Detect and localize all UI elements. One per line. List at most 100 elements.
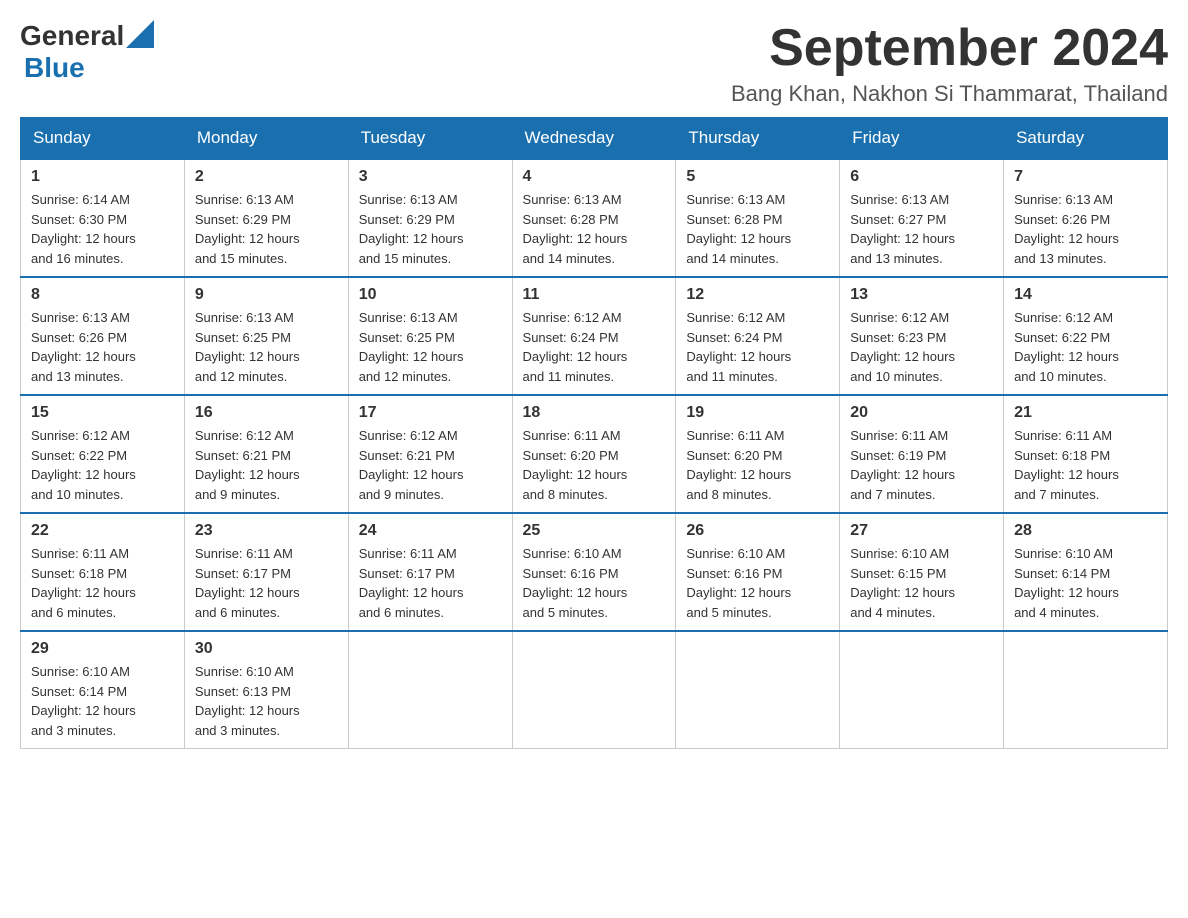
day-number: 16 bbox=[195, 404, 338, 422]
day-number: 4 bbox=[523, 168, 666, 186]
day-number: 20 bbox=[850, 404, 993, 422]
day-number: 19 bbox=[686, 404, 829, 422]
day-info: Sunrise: 6:12 AM Sunset: 6:21 PM Dayligh… bbox=[359, 426, 502, 504]
calendar-day-cell bbox=[840, 631, 1004, 749]
day-number: 24 bbox=[359, 522, 502, 540]
day-info: Sunrise: 6:11 AM Sunset: 6:19 PM Dayligh… bbox=[850, 426, 993, 504]
calendar-day-header: Friday bbox=[840, 118, 1004, 160]
calendar-day-cell: 24 Sunrise: 6:11 AM Sunset: 6:17 PM Dayl… bbox=[348, 513, 512, 631]
day-info: Sunrise: 6:12 AM Sunset: 6:22 PM Dayligh… bbox=[1014, 308, 1157, 386]
calendar-week-row: 1 Sunrise: 6:14 AM Sunset: 6:30 PM Dayli… bbox=[21, 159, 1168, 277]
day-number: 23 bbox=[195, 522, 338, 540]
calendar-day-cell: 19 Sunrise: 6:11 AM Sunset: 6:20 PM Dayl… bbox=[676, 395, 840, 513]
day-number: 30 bbox=[195, 640, 338, 658]
day-info: Sunrise: 6:13 AM Sunset: 6:26 PM Dayligh… bbox=[31, 308, 174, 386]
calendar-day-header: Wednesday bbox=[512, 118, 676, 160]
day-number: 17 bbox=[359, 404, 502, 422]
day-number: 18 bbox=[523, 404, 666, 422]
day-info: Sunrise: 6:11 AM Sunset: 6:18 PM Dayligh… bbox=[31, 544, 174, 622]
calendar-day-cell: 16 Sunrise: 6:12 AM Sunset: 6:21 PM Dayl… bbox=[184, 395, 348, 513]
day-info: Sunrise: 6:13 AM Sunset: 6:25 PM Dayligh… bbox=[359, 308, 502, 386]
day-number: 22 bbox=[31, 522, 174, 540]
calendar-day-cell: 11 Sunrise: 6:12 AM Sunset: 6:24 PM Dayl… bbox=[512, 277, 676, 395]
calendar-day-cell: 14 Sunrise: 6:12 AM Sunset: 6:22 PM Dayl… bbox=[1004, 277, 1168, 395]
calendar-day-cell: 5 Sunrise: 6:13 AM Sunset: 6:28 PM Dayli… bbox=[676, 159, 840, 277]
calendar-day-header: Sunday bbox=[21, 118, 185, 160]
day-number: 27 bbox=[850, 522, 993, 540]
calendar-day-cell: 25 Sunrise: 6:10 AM Sunset: 6:16 PM Dayl… bbox=[512, 513, 676, 631]
day-info: Sunrise: 6:11 AM Sunset: 6:17 PM Dayligh… bbox=[359, 544, 502, 622]
calendar-day-cell: 1 Sunrise: 6:14 AM Sunset: 6:30 PM Dayli… bbox=[21, 159, 185, 277]
calendar-day-cell bbox=[1004, 631, 1168, 749]
calendar-day-cell: 28 Sunrise: 6:10 AM Sunset: 6:14 PM Dayl… bbox=[1004, 513, 1168, 631]
day-info: Sunrise: 6:10 AM Sunset: 6:16 PM Dayligh… bbox=[523, 544, 666, 622]
logo: General Blue bbox=[20, 20, 154, 84]
calendar-day-cell: 3 Sunrise: 6:13 AM Sunset: 6:29 PM Dayli… bbox=[348, 159, 512, 277]
day-number: 5 bbox=[686, 168, 829, 186]
calendar-day-cell: 22 Sunrise: 6:11 AM Sunset: 6:18 PM Dayl… bbox=[21, 513, 185, 631]
calendar-day-header: Tuesday bbox=[348, 118, 512, 160]
day-info: Sunrise: 6:12 AM Sunset: 6:22 PM Dayligh… bbox=[31, 426, 174, 504]
day-number: 26 bbox=[686, 522, 829, 540]
calendar-header-row: SundayMondayTuesdayWednesdayThursdayFrid… bbox=[21, 118, 1168, 160]
calendar-day-cell bbox=[348, 631, 512, 749]
calendar-week-row: 8 Sunrise: 6:13 AM Sunset: 6:26 PM Dayli… bbox=[21, 277, 1168, 395]
calendar-day-cell: 4 Sunrise: 6:13 AM Sunset: 6:28 PM Dayli… bbox=[512, 159, 676, 277]
calendar-day-header: Thursday bbox=[676, 118, 840, 160]
day-info: Sunrise: 6:13 AM Sunset: 6:28 PM Dayligh… bbox=[686, 190, 829, 268]
day-number: 6 bbox=[850, 168, 993, 186]
calendar-week-row: 22 Sunrise: 6:11 AM Sunset: 6:18 PM Dayl… bbox=[21, 513, 1168, 631]
day-info: Sunrise: 6:10 AM Sunset: 6:14 PM Dayligh… bbox=[1014, 544, 1157, 622]
calendar-day-cell: 6 Sunrise: 6:13 AM Sunset: 6:27 PM Dayli… bbox=[840, 159, 1004, 277]
day-info: Sunrise: 6:10 AM Sunset: 6:15 PM Dayligh… bbox=[850, 544, 993, 622]
day-info: Sunrise: 6:13 AM Sunset: 6:29 PM Dayligh… bbox=[359, 190, 502, 268]
day-info: Sunrise: 6:10 AM Sunset: 6:16 PM Dayligh… bbox=[686, 544, 829, 622]
calendar-table: SundayMondayTuesdayWednesdayThursdayFrid… bbox=[20, 117, 1168, 749]
day-info: Sunrise: 6:10 AM Sunset: 6:14 PM Dayligh… bbox=[31, 662, 174, 740]
logo-triangle-icon bbox=[126, 20, 154, 48]
calendar-day-cell: 20 Sunrise: 6:11 AM Sunset: 6:19 PM Dayl… bbox=[840, 395, 1004, 513]
calendar-day-cell: 13 Sunrise: 6:12 AM Sunset: 6:23 PM Dayl… bbox=[840, 277, 1004, 395]
calendar-day-cell: 29 Sunrise: 6:10 AM Sunset: 6:14 PM Dayl… bbox=[21, 631, 185, 749]
day-number: 13 bbox=[850, 286, 993, 304]
day-number: 11 bbox=[523, 286, 666, 304]
page-header: General Blue September 2024 Bang Khan, N… bbox=[20, 20, 1168, 107]
day-info: Sunrise: 6:12 AM Sunset: 6:21 PM Dayligh… bbox=[195, 426, 338, 504]
day-info: Sunrise: 6:13 AM Sunset: 6:29 PM Dayligh… bbox=[195, 190, 338, 268]
location-title: Bang Khan, Nakhon Si Thammarat, Thailand bbox=[731, 81, 1168, 107]
day-info: Sunrise: 6:12 AM Sunset: 6:23 PM Dayligh… bbox=[850, 308, 993, 386]
day-number: 9 bbox=[195, 286, 338, 304]
day-info: Sunrise: 6:11 AM Sunset: 6:20 PM Dayligh… bbox=[686, 426, 829, 504]
calendar-day-cell: 15 Sunrise: 6:12 AM Sunset: 6:22 PM Dayl… bbox=[21, 395, 185, 513]
calendar-day-cell: 30 Sunrise: 6:10 AM Sunset: 6:13 PM Dayl… bbox=[184, 631, 348, 749]
day-number: 2 bbox=[195, 168, 338, 186]
calendar-day-cell: 17 Sunrise: 6:12 AM Sunset: 6:21 PM Dayl… bbox=[348, 395, 512, 513]
day-number: 25 bbox=[523, 522, 666, 540]
title-section: September 2024 Bang Khan, Nakhon Si Tham… bbox=[731, 20, 1168, 107]
calendar-day-cell: 21 Sunrise: 6:11 AM Sunset: 6:18 PM Dayl… bbox=[1004, 395, 1168, 513]
day-number: 21 bbox=[1014, 404, 1157, 422]
calendar-day-cell bbox=[512, 631, 676, 749]
calendar-week-row: 29 Sunrise: 6:10 AM Sunset: 6:14 PM Dayl… bbox=[21, 631, 1168, 749]
day-number: 15 bbox=[31, 404, 174, 422]
calendar-day-cell: 18 Sunrise: 6:11 AM Sunset: 6:20 PM Dayl… bbox=[512, 395, 676, 513]
calendar-day-cell: 9 Sunrise: 6:13 AM Sunset: 6:25 PM Dayli… bbox=[184, 277, 348, 395]
month-title: September 2024 bbox=[731, 20, 1168, 77]
day-number: 10 bbox=[359, 286, 502, 304]
day-info: Sunrise: 6:13 AM Sunset: 6:28 PM Dayligh… bbox=[523, 190, 666, 268]
day-number: 12 bbox=[686, 286, 829, 304]
day-info: Sunrise: 6:12 AM Sunset: 6:24 PM Dayligh… bbox=[686, 308, 829, 386]
calendar-day-cell: 7 Sunrise: 6:13 AM Sunset: 6:26 PM Dayli… bbox=[1004, 159, 1168, 277]
day-number: 3 bbox=[359, 168, 502, 186]
logo-blue: Blue bbox=[24, 52, 85, 83]
day-number: 28 bbox=[1014, 522, 1157, 540]
day-info: Sunrise: 6:13 AM Sunset: 6:26 PM Dayligh… bbox=[1014, 190, 1157, 268]
day-number: 29 bbox=[31, 640, 174, 658]
day-number: 8 bbox=[31, 286, 174, 304]
day-number: 1 bbox=[31, 168, 174, 186]
calendar-day-cell: 2 Sunrise: 6:13 AM Sunset: 6:29 PM Dayli… bbox=[184, 159, 348, 277]
day-info: Sunrise: 6:10 AM Sunset: 6:13 PM Dayligh… bbox=[195, 662, 338, 740]
calendar-day-cell: 26 Sunrise: 6:10 AM Sunset: 6:16 PM Dayl… bbox=[676, 513, 840, 631]
day-number: 7 bbox=[1014, 168, 1157, 186]
calendar-day-cell: 12 Sunrise: 6:12 AM Sunset: 6:24 PM Dayl… bbox=[676, 277, 840, 395]
